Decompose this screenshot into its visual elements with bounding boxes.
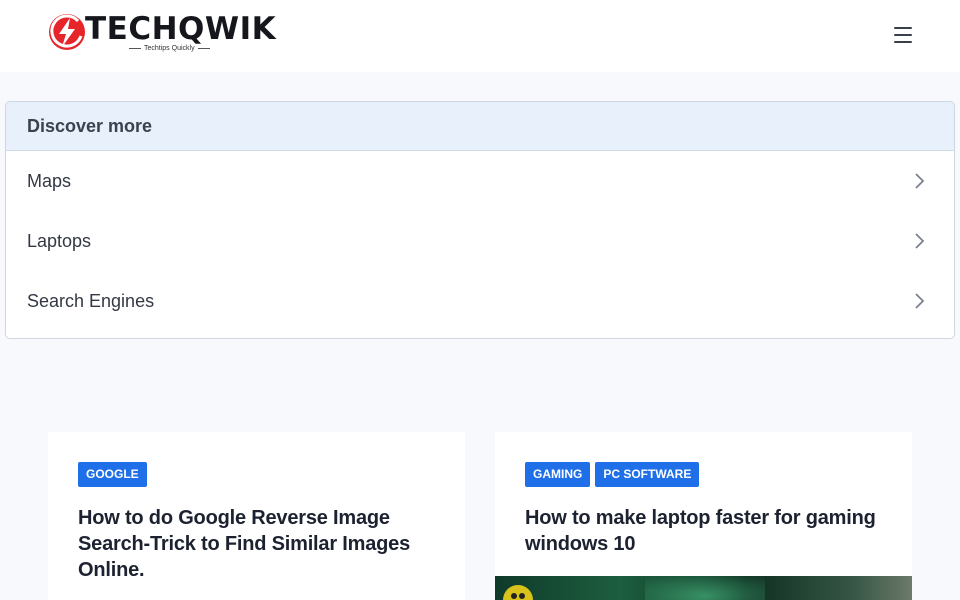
discover-more-title: Discover more [27, 115, 153, 136]
chevron-right-icon [915, 233, 925, 249]
discover-more-panel: Discover more Maps Laptops Search Engine… [5, 101, 955, 339]
tag-pc-software[interactable]: PC SOFTWARE [595, 462, 700, 487]
tag-gaming[interactable]: GAMING [525, 462, 591, 487]
logo-tagline: Techtips Quickly [129, 45, 210, 52]
site-logo[interactable]: TECHQWIK Techtips Quickly [47, 12, 276, 56]
post-thumbnail-image[interactable] [495, 576, 912, 600]
post-card: GAMING PC SOFTWARE How to make laptop fa… [495, 432, 912, 600]
discover-more-header: Discover more [6, 102, 954, 151]
post-tags: GAMING PC SOFTWARE [525, 462, 700, 487]
discover-item-maps[interactable]: Maps [6, 151, 954, 211]
hamburger-menu-icon[interactable] [890, 24, 916, 46]
discover-item-search-engines[interactable]: Search Engines [6, 271, 954, 331]
logo-wordmark: TECHQWIK [85, 11, 277, 47]
discover-item-label: Search Engines [27, 290, 155, 311]
post-title-link[interactable]: How to make laptop faster for gaming win… [525, 505, 885, 557]
thumbnail-figure [503, 585, 533, 600]
tag-google[interactable]: GOOGLE [78, 462, 147, 487]
discover-item-label: Maps [27, 170, 72, 191]
discover-item-label: Laptops [27, 230, 92, 251]
chevron-right-icon [915, 293, 925, 309]
thumbnail-glow [645, 576, 765, 600]
lightning-logo-icon [49, 14, 85, 50]
post-card: GOOGLE How to do Google Reverse Image Se… [48, 432, 465, 600]
post-tags: GOOGLE [78, 462, 147, 487]
site-header: TECHQWIK Techtips Quickly [0, 0, 960, 72]
discover-item-laptops[interactable]: Laptops [6, 211, 954, 271]
chevron-right-icon [915, 173, 925, 189]
post-title-link[interactable]: How to do Google Reverse Image Search-Tr… [78, 505, 438, 583]
